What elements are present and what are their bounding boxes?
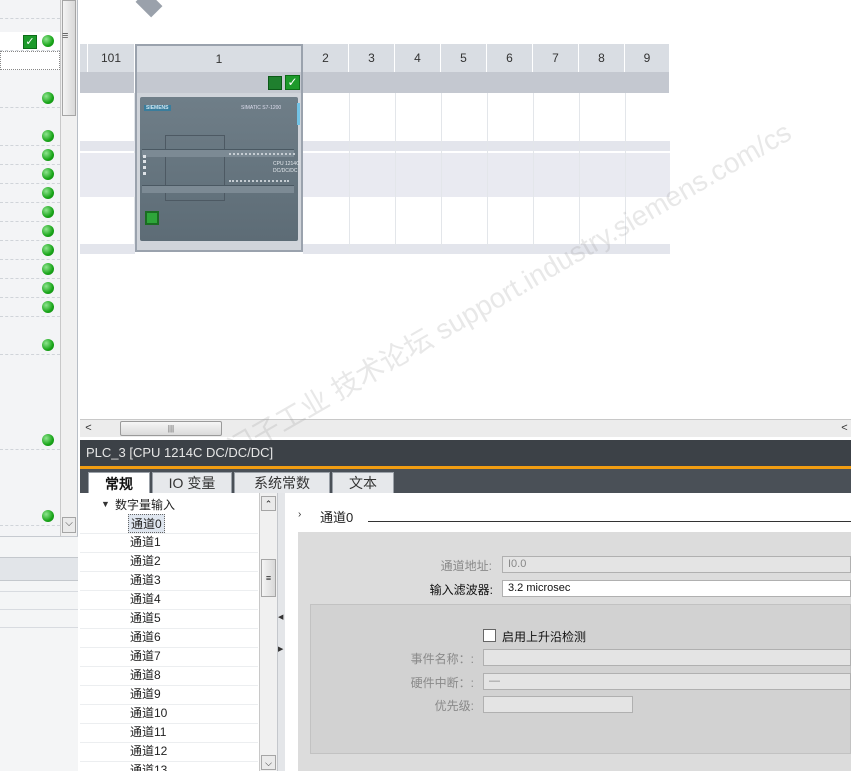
- model-label: CPU 1214C: [273, 161, 300, 167]
- status-ok-icon: [42, 434, 54, 446]
- event-name-field: [483, 649, 851, 666]
- tree-item-channel-1[interactable]: 通道1: [130, 533, 161, 552]
- address-field: I0.0: [502, 556, 851, 573]
- scroll-down-arrow-icon[interactable]: ⌵: [62, 517, 76, 533]
- tree-item-channel-12[interactable]: 通道12: [130, 742, 167, 761]
- section-rule: [368, 521, 851, 522]
- rising-edge-checkbox[interactable]: [483, 629, 496, 642]
- status-ok-icon: [42, 130, 54, 142]
- filter-label: 输入滤波器:: [429, 583, 493, 597]
- collapse-left-icon[interactable]: ◀: [278, 613, 283, 621]
- check-icon: ✓: [23, 35, 37, 49]
- tree-item-channel-8[interactable]: 通道8: [130, 666, 161, 685]
- tree-root-label[interactable]: 数字量输入: [115, 496, 175, 513]
- tree-item-channel-9[interactable]: 通道9: [130, 685, 161, 704]
- tree-item-channel-2[interactable]: 通道2: [130, 552, 161, 571]
- scroll-thumb[interactable]: |||: [120, 421, 222, 436]
- hw-interrupt-label: 硬件中断：:: [410, 676, 474, 690]
- tree-scrollbar[interactable]: ⌃ ≡ ⌵: [259, 493, 277, 771]
- scroll-right-arrow-icon[interactable]: <: [838, 421, 851, 436]
- brand-label: SIEMENS: [144, 105, 171, 111]
- section-chevron-icon[interactable]: ›: [298, 509, 301, 520]
- status-ok-icon: [42, 263, 54, 275]
- status-ok-icon: [42, 35, 54, 47]
- inspector-title: PLC_3 [CPU 1214C DC/DC/DC]: [80, 440, 851, 467]
- slot-header[interactable]: 6: [487, 44, 533, 72]
- event-name-label: 事件名称：:: [410, 652, 474, 666]
- status-ok-icon: [42, 301, 54, 313]
- status-ok-icon: [42, 225, 54, 237]
- tab-io-tags[interactable]: IO 变量: [152, 472, 232, 493]
- model-sub-label: DC/DC/DC: [273, 168, 298, 174]
- left-scrollbar[interactable]: ⌵: [60, 0, 77, 536]
- left-lower-panel: [0, 536, 78, 771]
- cpu-module[interactable]: SIEMENS SIMATIC S7-1200 CPU 1214C DC/DC/…: [135, 93, 303, 252]
- tree-item-channel-10[interactable]: 通道10: [130, 704, 167, 723]
- left-device-list: ✓: [0, 0, 60, 536]
- menu-icon[interactable]: ≡: [62, 30, 74, 42]
- slot-header[interactable]: 101: [88, 44, 135, 72]
- status-ok-icon: [42, 149, 54, 161]
- series-label: SIMATIC S7-1200: [241, 105, 282, 111]
- slot-header[interactable]: 3: [349, 44, 395, 72]
- hw-interrupt-field: —: [483, 673, 851, 690]
- status-ok-icon: [42, 339, 54, 351]
- status-ok-icon: [42, 244, 54, 256]
- status-ok-icon: [42, 168, 54, 180]
- slot-header[interactable]: 7: [533, 44, 579, 72]
- filter-select[interactable]: 3.2 microsec: [502, 580, 851, 597]
- expand-right-icon[interactable]: ▶: [278, 645, 283, 653]
- priority-label: 优先级:: [434, 699, 474, 713]
- tab-general[interactable]: 常规: [88, 472, 150, 494]
- status-ok-icon: [42, 206, 54, 218]
- slot-header[interactable]: 8: [579, 44, 625, 72]
- collapse-icon[interactable]: ▼: [101, 499, 110, 509]
- tree-item-channel-5[interactable]: 通道5: [130, 609, 161, 628]
- rising-edge-label: 启用上升沿检测: [502, 630, 587, 644]
- tree-item-channel-4[interactable]: 通道4: [130, 590, 161, 609]
- tab-texts[interactable]: 文本: [332, 472, 394, 493]
- tree-item-channel-6[interactable]: 通道6: [130, 628, 161, 647]
- priority-field: [483, 696, 633, 713]
- scroll-thumb[interactable]: ≡: [261, 559, 276, 597]
- ethernet-port: [145, 211, 159, 225]
- scroll-thumb[interactable]: [62, 0, 76, 116]
- scroll-up-arrow-icon[interactable]: ⌃: [261, 496, 276, 511]
- tree-item-channel-13[interactable]: 通道13: [130, 761, 167, 771]
- splitter[interactable]: ◀ ▶: [277, 493, 285, 771]
- status-ok-icon: [42, 92, 54, 104]
- property-tree: [80, 493, 260, 771]
- tree-item-channel-3[interactable]: 通道3: [130, 571, 161, 590]
- scroll-left-arrow-icon[interactable]: <: [81, 421, 96, 436]
- slot-header[interactable]: 4: [395, 44, 441, 72]
- section-title: 通道0: [320, 510, 354, 525]
- tree-item-channel-0[interactable]: 通道0: [128, 514, 165, 533]
- status-ok-icon: [42, 282, 54, 294]
- status-ok-icon: [42, 187, 54, 199]
- address-label: 通道地址:: [440, 559, 492, 573]
- slot-header[interactable]: 2: [303, 44, 349, 72]
- slot-header[interactable]: 5: [441, 44, 487, 72]
- tab-system-constants[interactable]: 系统常数: [234, 472, 330, 493]
- tree-item-channel-11[interactable]: 通道11: [130, 723, 166, 742]
- slot-header[interactable]: 9: [625, 44, 670, 72]
- slot-header[interactable]: [80, 44, 88, 72]
- check-icon: ✓: [285, 75, 300, 90]
- slot-header-selected[interactable]: 1: [135, 44, 303, 72]
- tree-item-channel-7[interactable]: 通道7: [130, 647, 161, 666]
- status-ok-icon: [42, 510, 54, 522]
- module-icon: [268, 76, 282, 90]
- scroll-down-arrow-icon[interactable]: ⌵: [261, 755, 276, 770]
